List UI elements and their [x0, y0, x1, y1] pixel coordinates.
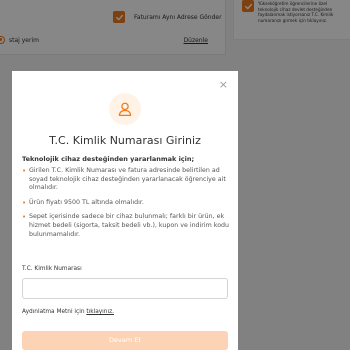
continue-button[interactable]: Devam Et [22, 331, 228, 350]
tc-id-modal: × T.C. Kimlik Numarası Giriniz Teknoloji… [12, 71, 238, 350]
consent-prefix: Aydınlatma Metni için [22, 309, 85, 315]
close-icon[interactable]: × [219, 79, 228, 90]
consent-link[interactable]: tıklayınız. [86, 309, 114, 315]
list-item: Girilen T.C. Kimlik Numarası ve fatura a… [22, 167, 232, 193]
list-item: Sepet içerisinde sadece bir cihaz bulunm… [22, 213, 232, 239]
tc-id-label: T.C. Kimlik Numarası [22, 266, 82, 272]
tc-id-input[interactable] [22, 278, 228, 299]
user-icon [118, 102, 132, 117]
list-item: Ürün fiyatı 9500 TL altında olmalıdır. [22, 199, 232, 208]
requirements-list: Girilen T.C. Kimlik Numarası ve fatura a… [22, 167, 232, 245]
modal-title: T.C. Kimlik Numarası Giriniz [49, 134, 201, 147]
requirements-heading: Teknolojik cihaz desteğinden yararlanmak… [22, 155, 195, 163]
user-avatar-badge [109, 93, 141, 125]
consent-text: Aydınlatma Metni için tıklayınız. [22, 309, 114, 315]
